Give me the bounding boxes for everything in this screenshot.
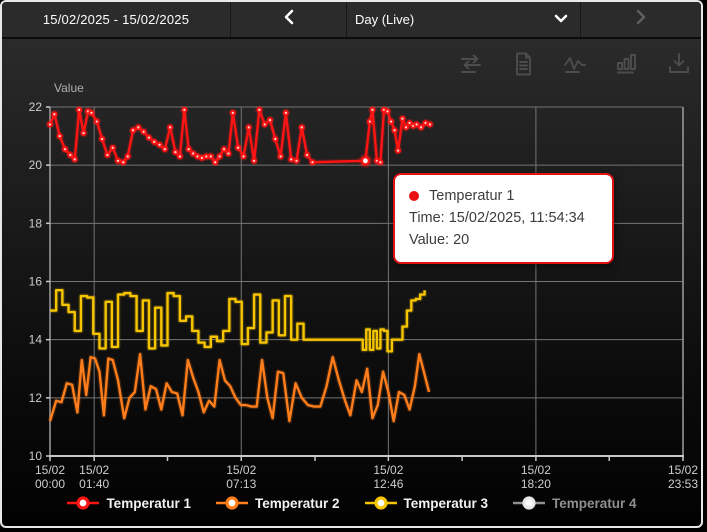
legend-marker-icon (364, 495, 398, 511)
legend-marker-icon (66, 495, 100, 511)
chart-legend: Temperatur 1 Temperatur 2 Temperatur 3 Temp… (2, 495, 701, 511)
chevron-left-icon (282, 9, 296, 30)
chevron-down-icon (554, 11, 568, 29)
x-tick-label: 15/0212:46 (373, 463, 403, 491)
next-period-button-disabled[interactable] (580, 2, 701, 37)
legend-marker-icon (215, 495, 249, 511)
tooltip-time: Time: 15/02/2025, 11:54:34 (409, 207, 598, 229)
y-axis-title: Value (54, 81, 84, 95)
legend-item-temperatur-2[interactable]: Temperatur 2 (215, 495, 340, 511)
tooltip-value: Value: 20 (409, 229, 598, 251)
y-tick-label: 16 (29, 275, 43, 289)
line-chart-icon[interactable] (561, 50, 589, 78)
tooltip-series-name: Temperatur 1 (429, 185, 514, 207)
legend-marker-icon (512, 495, 546, 511)
y-tick-label: 12 (29, 391, 43, 405)
x-tick-label: 15/0207:13 (226, 463, 256, 491)
previous-period-button[interactable] (230, 2, 346, 37)
app-window: 15/02/2025 - 15/02/2025 Day (Live) (0, 0, 703, 528)
y-tick-label: 20 (29, 158, 43, 172)
legend-item-temperatur-1[interactable]: Temperatur 1 (66, 495, 191, 511)
y-tick-label: 18 (29, 216, 43, 230)
period-selector-dropdown[interactable]: Day (Live) (346, 2, 580, 37)
series-line-temperatur-2 (50, 354, 429, 421)
chevron-right-icon (634, 9, 648, 30)
legend-label: Temperatur 3 (404, 496, 489, 511)
x-tick-label: 15/0223:53 (668, 463, 698, 491)
x-tick-label: 15/0218:20 (521, 463, 551, 491)
top-navigation-bar: 15/02/2025 - 15/02/2025 Day (Live) (2, 2, 701, 39)
bar-chart-icon[interactable] (613, 50, 641, 78)
y-tick-label: 22 (29, 100, 43, 114)
chart-toolbar (457, 50, 693, 78)
y-tick-label: 14 (29, 333, 43, 347)
swap-horizontal-icon[interactable] (457, 50, 485, 78)
x-tick-label: 15/0201:40 (79, 463, 109, 491)
x-tick-label: 15/0200:00 (35, 463, 65, 491)
line-chart-plot[interactable]: 10 12 14 16 18 20 22 15/0200:00 15/0201:40 15/020… (2, 95, 703, 498)
legend-label: Temperatur 4 (552, 496, 637, 511)
series-color-dot-icon (409, 191, 419, 201)
legend-item-temperatur-3[interactable]: Temperatur 3 (364, 495, 489, 511)
date-range-button[interactable]: 15/02/2025 - 15/02/2025 (2, 2, 230, 37)
legend-label: Temperatur 2 (255, 496, 340, 511)
chart-tooltip: Temperatur 1 Time: 15/02/2025, 11:54:34 … (393, 173, 614, 264)
y-tick-label: 10 (29, 449, 43, 463)
legend-label: Temperatur 1 (106, 496, 191, 511)
date-range-label: 15/02/2025 - 15/02/2025 (43, 12, 189, 27)
period-selector-value: Day (Live) (355, 12, 414, 27)
report-icon[interactable] (509, 50, 537, 78)
legend-item-temperatur-4[interactable]: Temperatur 4 (512, 495, 637, 511)
download-icon[interactable] (665, 50, 693, 78)
